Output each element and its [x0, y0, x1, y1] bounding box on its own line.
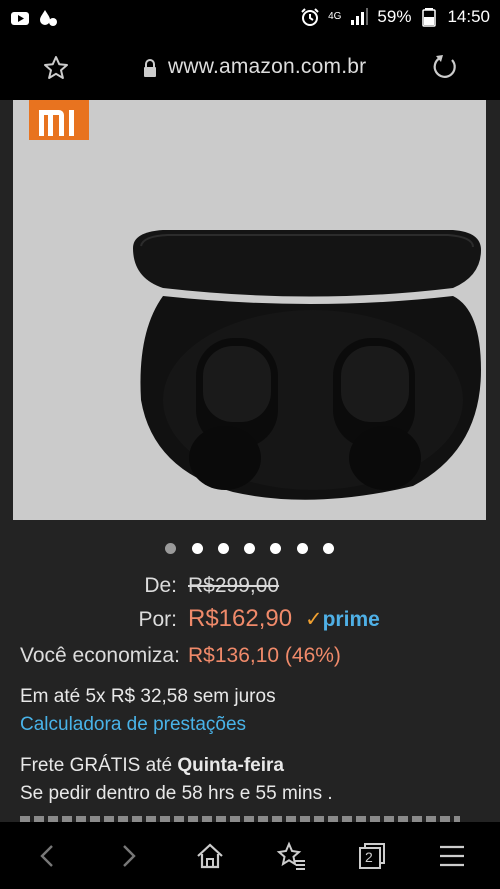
alarm-icon [301, 8, 319, 26]
carousel-dot[interactable] [244, 543, 255, 554]
home-icon[interactable] [194, 840, 226, 872]
list-price-value: R$299,00 [188, 574, 280, 597]
reload-icon[interactable] [430, 52, 460, 82]
savings-value: R$136,10 (46%) [188, 644, 341, 667]
battery-icon [422, 8, 437, 27]
tabs-count: 2 [365, 849, 373, 865]
list-price-label: De: [144, 574, 177, 597]
carousel-dot[interactable] [297, 543, 308, 554]
prime-check-icon: ✓ [305, 608, 323, 631]
tabs-icon[interactable]: 2 [356, 840, 388, 872]
shipping-line: Frete GRÁTIS até Quinta-feira [20, 755, 284, 777]
battery-percent: 59% [377, 7, 412, 26]
carousel-dot[interactable] [165, 543, 176, 554]
network-type: 4G [328, 11, 342, 22]
carousel-dot[interactable] [270, 543, 281, 554]
installments-text: Em até 5x R$ 32,58 sem juros [20, 686, 276, 707]
clock: 14:50 [447, 7, 490, 26]
youtube-notification-icon [11, 12, 29, 25]
carousel-dot[interactable] [218, 543, 229, 554]
prime-badge: ✓prime [305, 608, 380, 631]
image-carousel-dots [0, 543, 500, 559]
savings-label: Você economiza: [20, 644, 180, 667]
earbuds-case-illustration [133, 230, 481, 500]
sale-price-value: R$162,90 [188, 605, 293, 632]
menu-icon[interactable] [436, 840, 468, 872]
list-price-row: De: R$299,00 [0, 574, 500, 600]
shipping-deadline: Se pedir dentro de 58 hrs e 55 mins . [20, 783, 333, 804]
carousel-dot[interactable] [323, 543, 334, 554]
water-drop-notification-icon [40, 10, 57, 26]
sale-price-label: Por: [138, 608, 177, 631]
status-bar: 4G 59% 14:50 [0, 0, 500, 36]
chevron-left-icon[interactable] [32, 840, 64, 872]
installment-calculator-link[interactable]: Calculadora de prestações [20, 714, 246, 736]
lock-icon [144, 59, 156, 77]
address-bar: www.amazon.com.br [0, 36, 500, 100]
star-list-icon[interactable] [276, 840, 308, 872]
url-field[interactable]: www.amazon.com.br [168, 55, 366, 79]
page-content: De: R$299,00 Por: R$162,90 ✓prime Você e… [0, 100, 500, 822]
savings-row: Você economiza: R$136,10 (46%) [0, 644, 500, 670]
bottom-navigation: 2 [0, 822, 500, 889]
signal-icon [351, 8, 369, 25]
shipping-prefix: Frete GRÁTIS até [20, 755, 178, 776]
chevron-right-icon[interactable] [112, 840, 144, 872]
sale-price-row: Por: R$162,90 ✓prime [0, 605, 500, 637]
shipping-day: Quinta-feira [177, 755, 284, 776]
star-icon[interactable] [42, 54, 70, 82]
product-image[interactable] [13, 100, 486, 520]
carousel-dot[interactable] [192, 543, 203, 554]
